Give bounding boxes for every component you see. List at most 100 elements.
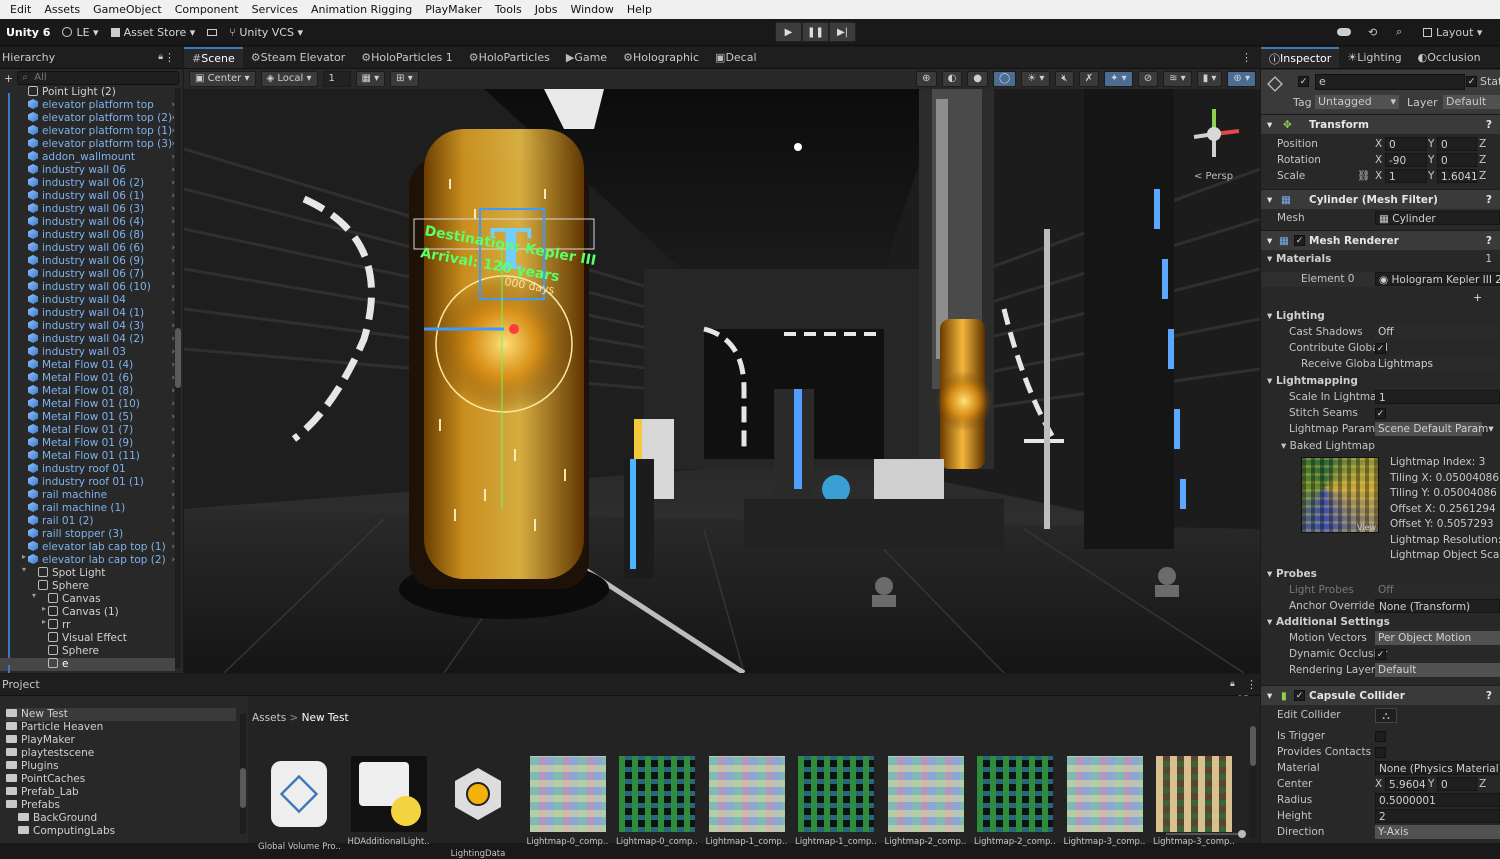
tab-steam-elevator[interactable]: ⚙ Steam Elevator	[243, 47, 353, 68]
more-icon[interactable]: ⋮	[164, 51, 175, 64]
hierarchy-item[interactable]: industry wall 06 (10) ›	[0, 281, 175, 303]
collider-enabled-checkbox[interactable]: ✓	[1294, 690, 1305, 701]
tab-holographic[interactable]: ⚙ Holographic	[615, 47, 707, 68]
asset-item[interactable]: Lightmap-0_comp...	[616, 756, 698, 847]
hierarchy-item[interactable]: industry wall 06 (1) ›	[0, 190, 175, 212]
folder-item[interactable]: Prefabs	[6, 799, 60, 812]
hierarchy-item[interactable]: industry wall 06 (9) ›	[0, 255, 175, 277]
capsule-collider-header[interactable]: ▾ ▮ ✓ Capsule Collider?	[1261, 685, 1500, 705]
hierarchy-item[interactable]: ▸ elevator lab cap top (1) ›	[0, 541, 175, 563]
active-checkbox[interactable]: ✓	[1298, 76, 1309, 87]
hierarchy-item[interactable]: industry wall 04 (1) ›	[0, 307, 175, 329]
baked-lightmap-foldout[interactable]: ▾ Baked Lightmap	[1261, 439, 1500, 454]
asset-item[interactable]: Lightmap-1_comp...	[706, 756, 788, 847]
link-icon[interactable]: ⛓︎	[1357, 169, 1370, 184]
lock-icon[interactable]: 🔒︎	[1230, 679, 1235, 689]
asset-item[interactable]: Lightmap-0_comp...	[527, 756, 609, 847]
object-name-field[interactable]: e	[1315, 74, 1465, 90]
radius-field[interactable]: 0.5000001	[1375, 793, 1500, 807]
asset-item[interactable]: Lightmap-2_comp...	[885, 756, 967, 847]
menu-item-services[interactable]: Services	[252, 3, 298, 16]
folder-item[interactable]: New Test	[6, 708, 236, 721]
probes-foldout[interactable]: ▾ Probes	[1261, 567, 1500, 582]
hierarchy-search-input[interactable]: ⌕ All	[17, 71, 179, 85]
height-field[interactable]: 2	[1375, 809, 1500, 823]
hierarchy-item[interactable]: Metal Flow 01 (6) ›	[0, 372, 175, 394]
search-button[interactable]: ⌕	[1396, 22, 1402, 42]
hierarchy-item[interactable]: Sphere	[0, 645, 175, 667]
hierarchy-item[interactable]: Visual Effect	[0, 632, 175, 654]
position-y-field[interactable]: 0	[1437, 137, 1477, 151]
edit-collider-button[interactable]: ⛬	[1375, 708, 1397, 723]
menu-item-help[interactable]: Help	[627, 3, 652, 16]
center-y-field[interactable]: 0	[1437, 777, 1477, 791]
menu-item-edit[interactable]: Edit	[10, 3, 31, 16]
hierarchy-item[interactable]: raill stopper (3) ›	[0, 528, 175, 550]
hierarchy-item[interactable]: industry wall 06 (4) ›	[0, 216, 175, 238]
stitch-seams-checkbox[interactable]: ✓	[1375, 408, 1386, 419]
play-button[interactable]: ▶	[775, 22, 802, 42]
meshfilter-header[interactable]: ▾ ▦ Cylinder (Mesh Filter)?	[1261, 189, 1500, 209]
debug-button[interactable]: ☀ ▾	[1021, 70, 1051, 87]
package-button[interactable]	[201, 22, 223, 43]
hierarchy-item[interactable]: elevator platform top (2) ›	[0, 112, 175, 134]
additional-settings-foldout[interactable]: ▾ Additional Settings	[1261, 615, 1500, 630]
asset-item[interactable]: Lightmap-1_comp...	[795, 756, 877, 847]
tag-dropdown[interactable]: Untagged ▾	[1315, 95, 1399, 109]
materials-row[interactable]: ▾ Materials 1	[1261, 252, 1500, 267]
transform-header[interactable]: ✥ ▾ Transform?	[1261, 114, 1500, 134]
material-field[interactable]: ◉ Hologram Kepler III 2	[1375, 272, 1500, 286]
tab-scene[interactable]: # Scene	[184, 47, 243, 68]
hierarchy-item[interactable]: Metal Flow 01 (10) ›	[0, 398, 175, 420]
hierarchy-item[interactable]: industry wall 04 (3) ›	[0, 320, 175, 342]
asset-item[interactable]: HDAdditionalLight...	[348, 756, 430, 847]
hierarchy-item[interactable]: industry wall 06 ›	[0, 164, 175, 186]
tab-holoparticles[interactable]: ⚙ HoloParticles	[461, 47, 558, 68]
folder-item[interactable]: PlayMaker	[6, 734, 75, 747]
scale-x-field[interactable]: 1	[1385, 169, 1427, 183]
menu-item-playmaker[interactable]: PlayMaker	[425, 3, 481, 16]
folder-item[interactable]: playtestscene	[6, 747, 94, 760]
hierarchy-item[interactable]: ▸ Canvas	[0, 593, 175, 615]
lightmapping-foldout[interactable]: ▾ Lightmapping	[1261, 374, 1500, 389]
more-icon[interactable]: ⋮	[1241, 51, 1252, 64]
gizmos-button[interactable]: ⊕ ▾	[1227, 70, 1256, 87]
scale-lightmap-field[interactable]: 1	[1375, 390, 1500, 404]
menu-item-assets[interactable]: Assets	[44, 3, 80, 16]
hierarchy-item[interactable]: industry wall 06 (8) ›	[0, 229, 175, 251]
hierarchy-item[interactable]: rail machine ›	[0, 489, 175, 511]
camera-button[interactable]: ▮ ▾	[1196, 70, 1223, 87]
pivot-dropdown[interactable]: ▣ Center ▾	[189, 70, 256, 87]
tab-inspector[interactable]: ⓘ Inspector	[1261, 47, 1340, 68]
vcs-dropdown[interactable]: ⑂ Unity VCS ▾	[223, 22, 309, 43]
breadcrumb-assets[interactable]: Assets	[252, 712, 286, 724]
draw-mode-button[interactable]: ⊕	[916, 70, 937, 87]
folder-item[interactable]: Plugins	[6, 760, 59, 773]
motion-vectors-dropdown[interactable]: Per Object Motion	[1375, 631, 1500, 645]
hierarchy-item[interactable]: industry wall 06 (2) ›	[0, 177, 175, 199]
menu-item-gameobject[interactable]: GameObject	[93, 3, 162, 16]
lighting-foldout[interactable]: ▾ Lighting	[1261, 309, 1500, 324]
rotation-y-field[interactable]: 0	[1437, 153, 1477, 167]
hierarchy-item[interactable]: Spot Light	[0, 567, 175, 589]
center-x-field[interactable]: 5.9604	[1385, 777, 1427, 791]
layers-button[interactable]: ≋ ▾	[1163, 70, 1192, 87]
physics-material-field[interactable]: None (Physics Material)	[1375, 761, 1500, 775]
scale-y-field[interactable]: 1.6041	[1437, 169, 1478, 183]
hierarchy-item[interactable]: ▾ Sphere	[0, 580, 175, 602]
lightmap-params-dropdown[interactable]: Scene Default Param▾	[1375, 422, 1494, 436]
light-probes-dropdown[interactable]: Off	[1375, 583, 1500, 597]
renderer-enabled-checkbox[interactable]: ✓	[1294, 235, 1305, 246]
hierarchy-item[interactable]: elevator platform top ›	[0, 99, 175, 121]
add-element-button[interactable]: +	[1473, 291, 1482, 304]
hierarchy-item[interactable]: ▸ Canvas (1)	[0, 606, 175, 628]
hierarchy-item[interactable]: industry wall 06 (3) ›	[0, 203, 175, 225]
anchor-override-field[interactable]: None (Transform)	[1375, 599, 1500, 613]
layer-dropdown[interactable]: Default	[1443, 95, 1500, 109]
hierarchy-item[interactable]: addon_wallmount ›	[0, 151, 175, 173]
hierarchy-item[interactable]: Metal Flow 01 (9) ›	[0, 437, 175, 459]
asset-item[interactable]: Lightmap-2_comp...	[974, 756, 1056, 847]
hierarchy-item[interactable]: Metal Flow 01 (4) ›	[0, 359, 175, 381]
folder-item[interactable]: Prefab_Lab	[6, 786, 79, 799]
mesh-field[interactable]: ▦ Cylinder	[1375, 211, 1500, 225]
